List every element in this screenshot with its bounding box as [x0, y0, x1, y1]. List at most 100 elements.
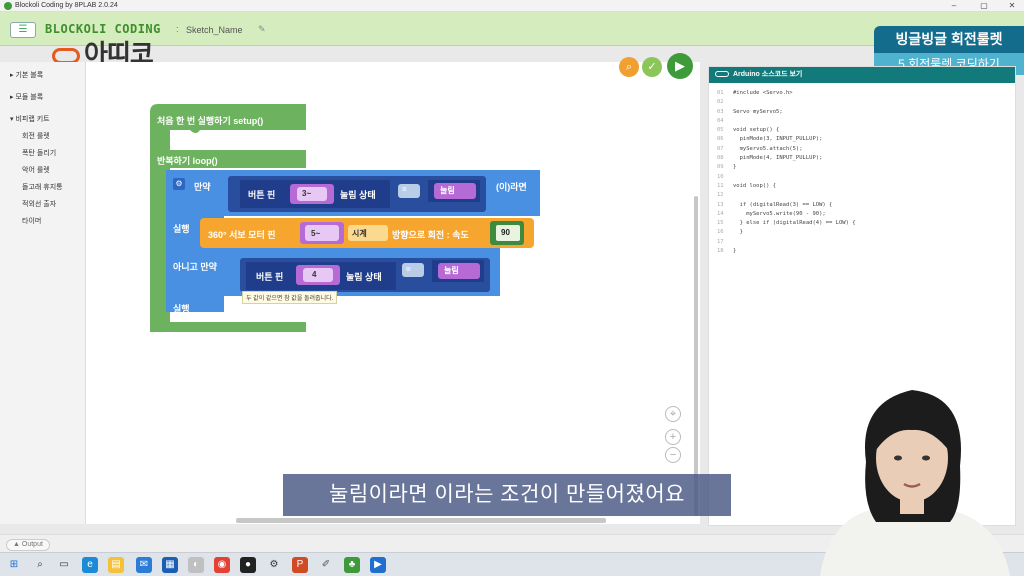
code-line: 17 — [709, 238, 1009, 247]
code-line-number: 10 — [717, 173, 724, 180]
code-line: 11 void loop() { — [709, 182, 1009, 191]
code-line: 09} — [709, 163, 1009, 172]
workspace-hscroll[interactable] — [236, 518, 606, 523]
code-line-text: #include <Servo.h> — [733, 90, 793, 96]
target-icon[interactable]: ⌖ — [665, 406, 681, 422]
tooltip: 두 값이 같으면 참 값을 돌려줍니다. — [242, 291, 338, 304]
windows-start-icon[interactable]: ⊞ — [6, 557, 22, 573]
pin-value-2: 4 — [312, 270, 317, 279]
code-panel-title: Arduino 소스코드 보기 — [733, 71, 803, 78]
search-icon[interactable]: ⌕ — [32, 557, 48, 573]
powerpoint-icon[interactable]: P — [292, 557, 308, 573]
do-label: 실행 — [173, 224, 190, 234]
pen-icon[interactable]: ✐ — [318, 557, 334, 573]
pressed-value-1: 눌림 — [440, 186, 455, 195]
code-line-number: 13 — [717, 201, 724, 208]
file-explorer-icon[interactable]: ▤ — [108, 557, 124, 573]
code-line: 01 #include <Servo.h> — [709, 89, 1009, 98]
code-line: 14 myServo5.write(90 - 90); — [709, 210, 1009, 219]
code-line: 18} — [709, 247, 1009, 256]
if-label: 만약 — [194, 182, 211, 192]
code-line-number: 12 — [717, 192, 724, 199]
code-panel-header[interactable]: Arduino 소스코드 보기 — [709, 67, 1015, 83]
code-line-text: Servo myServo5; — [733, 108, 783, 115]
code-line-number: 15 — [717, 220, 724, 227]
code-line-number: 04 — [717, 117, 724, 124]
pressed-state-label-2: 눌림 상태 — [346, 272, 382, 282]
button-pin-label-2: 버튼 핀 — [256, 272, 284, 282]
gear-icon[interactable]: ⚙ — [173, 178, 185, 190]
if-then-label: (이)라면 — [496, 182, 527, 192]
code-line: 15 } else if (digitalRead(4) == LOW) { — [709, 219, 1009, 228]
pressed-value-2: 눌림 — [444, 266, 459, 275]
code-line-number: 17 — [717, 238, 724, 245]
code-line-text: pinMode(4, INPUT_PULLUP); — [733, 155, 823, 162]
arduino-icon — [715, 71, 729, 78]
servo-label: 360° 서보 모터 핀 — [208, 230, 276, 240]
video-subtitle: 눌림이라면 이라는 조건이 만들어졌어요 — [283, 474, 731, 516]
code-line-number: 07 — [717, 145, 724, 152]
code-line: 08 pinMode(4, INPUT_PULLUP); — [709, 154, 1009, 163]
do2-label: 실행 — [173, 304, 190, 314]
task-view-icon[interactable]: ▭ — [56, 557, 72, 573]
code-listing: 01 #include <Servo.h> 02 03 Servo myServo5; 0… — [709, 89, 1009, 256]
code-line: 03 Servo myServo5; — [709, 108, 1009, 117]
output-label: Output — [21, 541, 43, 548]
mail-icon[interactable]: ✉ — [136, 557, 152, 573]
code-line: 04 — [709, 117, 1009, 126]
rotate-label: 방향으로 회전 : 속도 — [392, 230, 469, 240]
media-icon[interactable]: ● — [240, 557, 256, 573]
code-line: 10 — [709, 173, 1009, 182]
direction-value: 시계 — [352, 229, 367, 238]
code-line: 12 — [709, 191, 1009, 200]
code-line-text: pinMode(3, INPUT_PULLUP); — [733, 136, 823, 143]
servo-pin-value: 5~ — [311, 229, 321, 238]
code-line-text: } — [733, 229, 743, 236]
workspace-vscroll[interactable] — [694, 196, 698, 516]
code-line-text: myServo5.attach(5); — [733, 145, 803, 152]
code-line: 13 if (digitalRead(3) == LOW) { — [709, 201, 1009, 210]
code-line-number: 16 — [717, 229, 724, 236]
app-window: { "window": {"title": "Blockoli Coding b… — [0, 0, 1024, 576]
code-line: 02 — [709, 98, 1009, 107]
pin-dropdown-2[interactable] — [303, 268, 333, 282]
plus-icon[interactable]: + — [665, 429, 681, 445]
minus-icon[interactable]: − — [665, 447, 681, 463]
code-line-text: void setup() { — [733, 127, 780, 134]
code-line-text: } — [733, 164, 737, 171]
speed-value: 90 — [501, 228, 510, 237]
code-line-number: 01 — [717, 90, 724, 96]
store-icon[interactable]: ▦ — [162, 557, 178, 573]
chevron-up-icon: ▲ — [13, 541, 20, 548]
app-icon[interactable]: ◐ — [188, 557, 204, 573]
video-icon[interactable]: ▶ — [370, 557, 386, 573]
code-line-text: void loop() { — [733, 182, 777, 189]
code-line-number: 08 — [717, 155, 724, 162]
code-line-text: } else if (digitalRead(4) == LOW) { — [733, 220, 856, 227]
code-line-text: myServo5.write(90 - 90); — [733, 210, 826, 217]
chrome-icon[interactable]: ◉ — [214, 557, 230, 573]
code-line: 16 } — [709, 228, 1009, 237]
code-line: 06 pinMode(3, INPUT_PULLUP); — [709, 135, 1009, 144]
settings-icon[interactable]: ⚙ — [266, 557, 282, 573]
code-line-text: } — [733, 248, 737, 255]
blockoli-icon[interactable]: ♣ — [344, 557, 360, 573]
output-toggle-button[interactable]: ▲ Output — [6, 539, 50, 551]
equals-value-2: = — [406, 265, 411, 274]
elseif-label: 아니고 만약 — [173, 262, 217, 272]
presenter-video — [820, 390, 1010, 576]
code-line-number: 02 — [717, 99, 724, 106]
code-line-number: 03 — [717, 108, 724, 115]
edge-icon[interactable]: e — [82, 557, 98, 573]
code-line-number: 14 — [717, 210, 724, 217]
code-line: 05 void setup() { — [709, 126, 1009, 135]
code-line-number: 06 — [717, 136, 724, 143]
loop-label: 반복하기 loop() — [157, 156, 218, 166]
setup-label: 처음 한 번 실행하기 setup() — [157, 116, 264, 126]
code-line-text: if (digitalRead(3) == LOW) { — [733, 201, 833, 208]
code-line-number: 11 — [717, 182, 724, 189]
button-pin-label-1: 버튼 핀 — [248, 190, 276, 200]
code-line-number: 18 — [717, 248, 724, 255]
equals-value-1: = — [402, 185, 407, 194]
pin-value-1: 3~ — [302, 189, 312, 198]
